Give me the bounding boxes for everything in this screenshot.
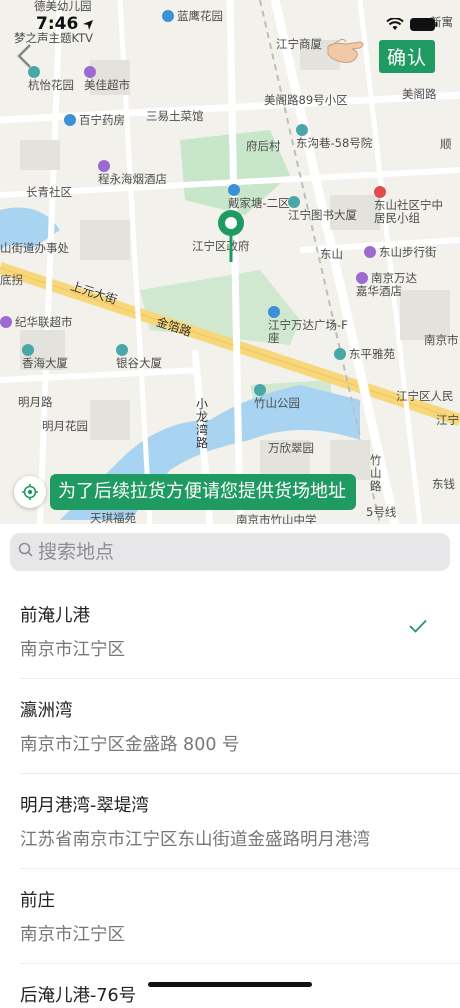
- map-poi[interactable]: 竹山公园: [254, 384, 300, 410]
- map-poi[interactable]: 东山步行街: [364, 246, 437, 259]
- map-poi[interactable]: 江宁万达广场-F座: [268, 306, 348, 345]
- place-address: 南京市江宁区: [20, 925, 125, 945]
- place-name: 明月港湾-翠堤湾: [20, 796, 149, 816]
- road-label: 小龙湾路: [196, 397, 209, 450]
- map-poi[interactable]: 南京市: [424, 334, 459, 347]
- search-input[interactable]: [38, 541, 418, 563]
- building-icon: [228, 184, 240, 196]
- list-item[interactable]: 前淹儿港 南京市江宁区: [0, 584, 460, 679]
- map-poi[interactable]: 山街道办事处: [0, 242, 69, 255]
- locate-me-button[interactable]: [14, 476, 46, 508]
- map-poi[interactable]: 江宁区人民: [396, 390, 454, 403]
- map-poi[interactable]: 南京市竹山中学: [236, 514, 317, 525]
- chevron-left-icon: [17, 44, 31, 68]
- map-poi[interactable]: 东山: [320, 248, 343, 261]
- shop-icon: [84, 66, 96, 78]
- building-icon: [268, 306, 280, 318]
- map-poi[interactable]: 东山社区宁中居民小组: [374, 186, 454, 225]
- location-arrow-icon: [82, 16, 94, 35]
- map-poi[interactable]: 纪华联超市: [0, 316, 73, 329]
- park-icon: [254, 384, 266, 396]
- place-name: 前庄: [20, 891, 55, 911]
- map-poi[interactable]: 美佳超市: [84, 66, 130, 92]
- pointing-hand-icon: [326, 32, 374, 75]
- list-item[interactable]: 前庄 南京市江宁区: [0, 869, 460, 964]
- shop-icon: [98, 160, 110, 172]
- shop-icon: [364, 246, 376, 258]
- building-icon: [22, 344, 34, 356]
- pharmacy-icon: [64, 114, 76, 126]
- place-address: 南京市江宁区金盛路 800 号: [20, 735, 240, 755]
- search-icon: [18, 542, 34, 562]
- search-bar[interactable]: [10, 533, 450, 571]
- map-poi[interactable]: 万欣翠园: [268, 442, 314, 455]
- map-poi[interactable]: 三易土菜馆: [146, 110, 204, 123]
- map-poi[interactable]: 美阁路: [402, 88, 437, 101]
- building-icon: [288, 196, 300, 208]
- map-poi[interactable]: 5号线: [366, 506, 396, 519]
- map-poi[interactable]: 银谷大厦: [116, 344, 162, 370]
- map-poi[interactable]: 江宁: [436, 414, 459, 427]
- map-poi[interactable]: 明月花园: [42, 420, 88, 433]
- wifi-icon: [386, 16, 404, 35]
- back-button[interactable]: [14, 42, 42, 70]
- search-results-list: 前淹儿港 南京市江宁区 瀛洲湾 南京市江宁区金盛路 800 号 明月港湾-翠堤湾…: [0, 584, 460, 1008]
- map-view[interactable]: 德美幼儿园 蓝鹰花园 梦之声主题KTV 江宁商厦 新寓 杭怡花园 美佳超市 美阁…: [0, 0, 460, 524]
- status-time: 7:46: [36, 14, 79, 34]
- place-address: 南京市江宁区: [20, 640, 125, 660]
- map-poi[interactable]: 东沟巷-58号院: [296, 124, 372, 150]
- map-poi[interactable]: 竹山路: [370, 454, 384, 493]
- address-hint-banner: 为了后续拉货方便请您提供货场地址: [50, 474, 356, 510]
- map-poi[interactable]: 府后村: [246, 140, 281, 153]
- map-poi[interactable]: 东平雅苑: [334, 348, 395, 361]
- map-poi[interactable]: 百宁药房: [64, 114, 125, 127]
- map-poi[interactable]: 天琪福苑: [90, 512, 136, 525]
- shop-icon: [0, 316, 12, 328]
- location-pin-icon: [214, 208, 248, 264]
- place-address: 江苏省南京市江宁区东山街道金盛路明月港湾: [20, 830, 370, 850]
- map-poi[interactable]: 江宁图书大厦: [288, 196, 357, 222]
- place-name: 前淹儿港: [20, 606, 90, 626]
- crosshair-icon: [22, 484, 38, 500]
- home-indicator[interactable]: [148, 982, 312, 987]
- battery-icon: [410, 16, 438, 35]
- map-poi[interactable]: 香海大厦: [22, 344, 68, 370]
- map-poi[interactable]: 戴家塘-二区: [228, 184, 290, 210]
- check-icon: [408, 618, 428, 638]
- search-section: [0, 524, 460, 584]
- place-name: 后淹儿港-76号: [20, 986, 137, 1006]
- map-poi[interactable]: 东钱: [432, 478, 455, 491]
- list-item[interactable]: 明月港湾-翠堤湾 江苏省南京市江宁区东山街道金盛路明月港湾: [0, 774, 460, 869]
- map-poi[interactable]: 美阁路89号小区: [264, 94, 348, 107]
- map-poi[interactable]: 长青社区: [26, 186, 72, 199]
- status-bar: 7:46: [0, 0, 460, 40]
- map-poi[interactable]: 底拐: [0, 274, 23, 287]
- confirm-button[interactable]: 确认: [378, 40, 435, 73]
- map-poi[interactable]: 程永海烟酒店: [98, 160, 167, 186]
- list-item[interactable]: 瀛洲湾 南京市江宁区金盛路 800 号: [0, 679, 460, 774]
- building-icon: [334, 348, 346, 360]
- star-icon: [374, 186, 386, 198]
- hotel-icon: [356, 272, 368, 284]
- map-poi[interactable]: 南京万达嘉华酒店: [356, 272, 426, 298]
- map-poi[interactable]: 明月路: [18, 396, 53, 409]
- place-name: 瀛洲湾: [20, 701, 73, 721]
- map-poi[interactable]: 顺: [440, 138, 452, 151]
- building-icon: [296, 124, 308, 136]
- building-icon: [116, 344, 128, 356]
